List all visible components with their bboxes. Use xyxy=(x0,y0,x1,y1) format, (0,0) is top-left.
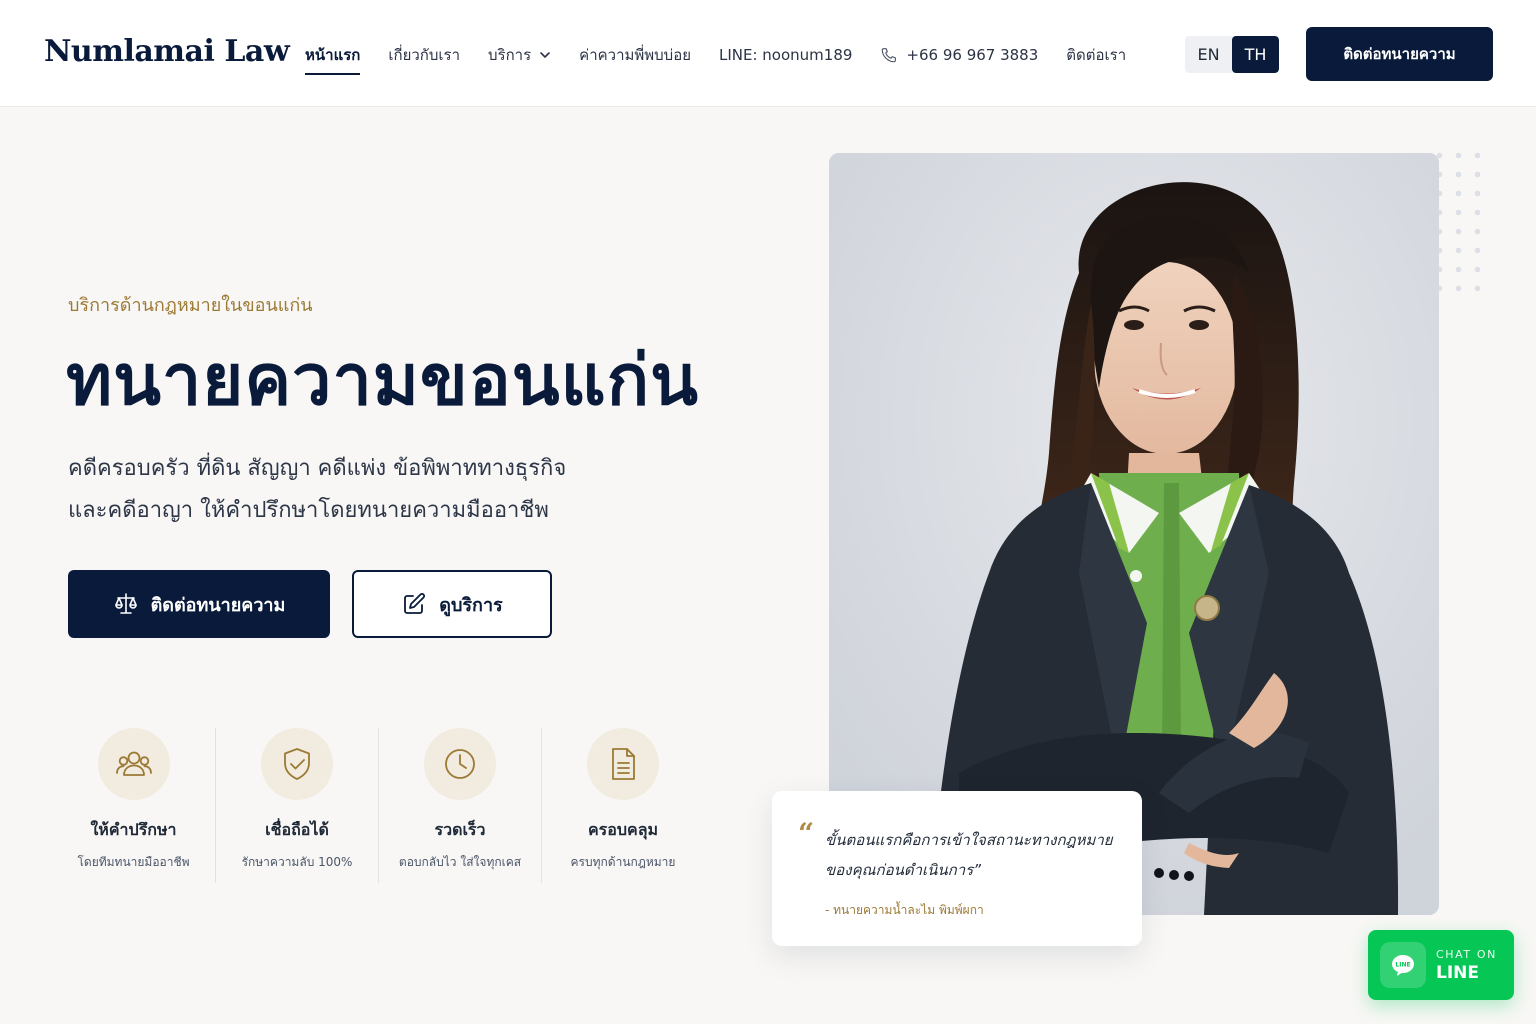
line-chat-title: LINE xyxy=(1436,962,1479,983)
feature-icon-circle xyxy=(587,728,659,800)
nav-item-label: เกี่ยวกับเรา xyxy=(388,46,461,64)
feature-subtitle: ตอบกลับไว ใส่ใจทุกเคส xyxy=(398,855,522,869)
edit-icon xyxy=(404,593,426,614)
document-icon xyxy=(612,748,635,780)
testimonial-quote-card: “ ขั้นตอนแรกคือการเข้าใจสถานะทางกฎหมายขอ… xyxy=(772,791,1142,946)
line-chat-caption: CHAT ON xyxy=(1436,947,1497,961)
chevron-down-icon xyxy=(540,52,550,58)
view-services-button[interactable]: ดูบริการ xyxy=(352,570,552,638)
language-switcher: EN TH xyxy=(1185,36,1279,73)
feature-icon-circle xyxy=(261,728,333,800)
hero-description-line: และคดีอาญา ให้คำปรึกษาโดยทนายความมืออาชี… xyxy=(68,498,549,523)
contact-lawyer-button-label: ติดต่อทนายความ xyxy=(150,594,286,616)
feature-title: เชื่อถือได้ xyxy=(265,820,329,839)
feature-item: ให้คำปรึกษา โดยทีมทนายมืออาชีพ xyxy=(52,728,215,883)
nav-item-services[interactable]: บริการ xyxy=(488,43,551,67)
contact-lawyer-button[interactable]: ติดต่อทนายความ xyxy=(68,570,330,638)
nav-item-label: ติดต่อเรา xyxy=(1066,46,1127,64)
brand-logo[interactable]: Numlamai Law xyxy=(44,34,290,69)
quote-text: ขั้นตอนแรกคือการเข้าใจสถานะทางกฎหมายของค… xyxy=(825,831,1113,879)
scales-icon xyxy=(114,593,137,614)
svg-text:LINE: LINE xyxy=(1395,962,1410,969)
line-logo-icon: LINE xyxy=(1380,942,1426,988)
nav-links: หน้าแรก เกี่ยวกับเรา บริการ ค่าความพี่พบ… xyxy=(305,40,1154,75)
lang-en-button[interactable]: EN xyxy=(1185,36,1232,73)
feature-item: ครอบคลุม ครบทุกด้านกฎหมาย xyxy=(541,728,704,883)
nav-item-contact[interactable]: ติดต่อเรา xyxy=(1066,43,1126,67)
contact-lawyer-nav-button[interactable]: ติดต่อทนายความ xyxy=(1306,27,1493,81)
feature-icon-circle xyxy=(424,728,496,800)
nav-item-label: LINE: noonum189 xyxy=(719,46,853,64)
features-row: ให้คำปรึกษา โดยทีมทนายมืออาชีพ เชื่อถือไ… xyxy=(52,728,704,883)
view-services-button-label: ดูบริการ xyxy=(439,594,503,616)
line-chat-text: CHAT ON LINE xyxy=(1436,948,1497,983)
lang-th-button[interactable]: TH xyxy=(1232,36,1279,73)
clock-icon xyxy=(445,749,475,779)
feature-subtitle: ครบทุกด้านกฎหมาย xyxy=(570,855,676,869)
feature-item: เชื่อถือได้ รักษาความลับ 100% xyxy=(215,728,378,883)
quote-mark-icon: “ xyxy=(798,817,815,850)
phone-icon xyxy=(882,48,897,63)
nav-item-line[interactable]: LINE: noonum189 xyxy=(719,46,852,64)
nav-item-label: ค่าความพี่พบบ่อย xyxy=(579,46,691,64)
feature-subtitle: รักษาความลับ 100% xyxy=(241,855,353,869)
feature-title: ครอบคลุม xyxy=(587,820,659,839)
users-icon xyxy=(115,751,152,776)
nav-item-home[interactable]: หน้าแรก xyxy=(305,43,361,75)
nav-item-phone[interactable]: +66 96 967 3883 xyxy=(880,46,1038,64)
feature-item: รวดเร็ว ตอบกลับไว ใส่ใจทุกเคส xyxy=(378,728,541,883)
feature-title: รวดเร็ว xyxy=(434,820,486,839)
navbar: Numlamai Law หน้าแรก เกี่ยวกับเรา บริการ… xyxy=(0,0,1536,106)
hero-description-line: คดีครอบครัว ที่ดิน สัญญา คดีแพ่ง ข้อพิพา… xyxy=(68,456,567,481)
hero-title: ทนายความขอนแก่น xyxy=(66,339,699,421)
hero-eyebrow: บริการด้านกฎหมายในขอนแก่น xyxy=(68,295,313,316)
nav-item-label: +66 96 967 3883 xyxy=(906,46,1039,64)
nav-item-label: หน้าแรก xyxy=(305,46,361,64)
feature-title: ให้คำปรึกษา xyxy=(90,820,177,839)
quote-author: - ทนายความน้ำละไม พิมพ์ผกา xyxy=(825,903,984,917)
nav-item-faq[interactable]: ค่าความพี่พบบ่อย xyxy=(579,43,691,67)
line-chat-button[interactable]: LINE CHAT ON LINE xyxy=(1368,930,1514,1000)
nav-item-about[interactable]: เกี่ยวกับเรา xyxy=(388,43,460,67)
nav-item-label: บริการ xyxy=(488,46,532,64)
hero-description: คดีครอบครัว ที่ดิน สัญญา คดีแพ่ง ข้อพิพา… xyxy=(68,448,688,532)
feature-icon-circle xyxy=(97,728,170,800)
feature-subtitle: โดยทีมทนายมืออาชีพ xyxy=(77,855,190,869)
shield-check-icon xyxy=(284,748,310,780)
